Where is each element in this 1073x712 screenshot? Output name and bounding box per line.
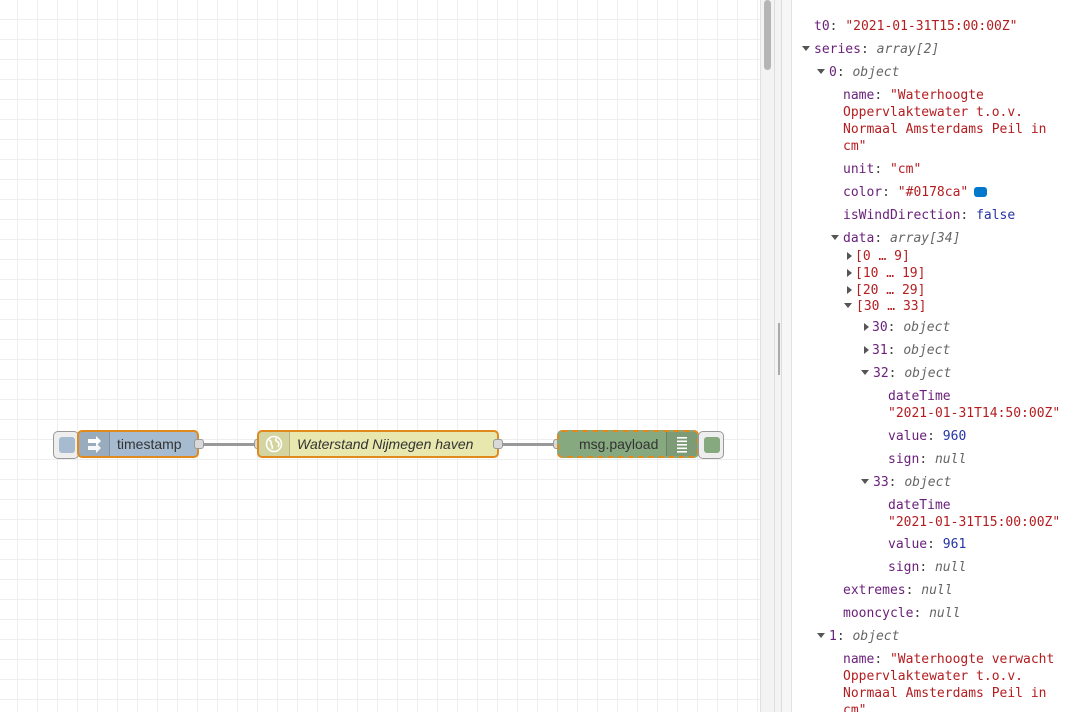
wire-inject-to-function[interactable]	[203, 443, 259, 446]
s0-name: name: "Waterhoogte	[843, 88, 984, 103]
wire-function-to-debug[interactable]	[502, 443, 559, 446]
data-item-30[interactable]: 30: object	[864, 319, 950, 336]
s1-name-line-4: cm"	[843, 703, 867, 712]
function-node-label: Waterstand Nijmegen haven	[297, 436, 474, 452]
inject-node[interactable]: timestamp	[77, 430, 199, 458]
collapsed-caret-icon[interactable]	[847, 285, 852, 294]
collapsed-caret-icon[interactable]	[864, 345, 869, 354]
globe-icon	[259, 432, 290, 456]
list-icon	[666, 432, 697, 456]
workspace-scrollbar-thumb[interactable]	[764, 0, 771, 70]
inject-output-port[interactable]	[194, 439, 204, 449]
inject-trigger-button[interactable]	[53, 431, 79, 459]
item32-value: value: 960	[888, 429, 967, 444]
series-item-1[interactable]: 1: object	[817, 628, 899, 645]
expanded-caret-icon[interactable]	[844, 303, 852, 308]
s0-name-line-2: Oppervlaktewater t.o.v.	[843, 105, 1024, 120]
item33-sign: sign: null	[888, 560, 967, 575]
prop-t0: t0: "2021-01-31T15:00:00Z"	[814, 19, 1018, 34]
debug-node[interactable]: msg.payload	[557, 430, 699, 458]
item33-datetime-value: "2021-01-31T15:00:00Z"	[888, 515, 1061, 530]
item33-datetime-key: dateTime	[888, 498, 951, 513]
color-swatch	[974, 186, 988, 197]
collapsed-caret-icon[interactable]	[864, 322, 869, 331]
expanded-caret-icon[interactable]	[861, 479, 869, 484]
flow-workspace[interactable]: timestamp Waterstand Nijmegen haven msg.…	[0, 0, 760, 712]
expanded-caret-icon[interactable]	[831, 235, 839, 240]
s1-name-line-3: Normaal Amsterdams Peil in	[843, 686, 1047, 701]
s1-name-line-2: Oppervlaktewater t.o.v.	[843, 669, 1024, 684]
s0-unit: unit: "cm"	[843, 162, 922, 177]
collapsed-caret-icon[interactable]	[847, 268, 852, 277]
s0-name-line-4: cm"	[843, 139, 867, 154]
divider-grip[interactable]	[778, 323, 780, 375]
s0-name-line-3: Normaal Amsterdams Peil in	[843, 122, 1047, 137]
item32-sign: sign: null	[888, 452, 967, 467]
expanded-caret-icon[interactable]	[861, 370, 869, 375]
debug-message-panel[interactable]: t0: "2021-01-31T15:00:00Z" series: array…	[792, 0, 1073, 712]
expanded-caret-icon[interactable]	[817, 69, 825, 74]
expanded-caret-icon[interactable]	[802, 46, 810, 51]
function-node[interactable]: Waterstand Nijmegen haven	[257, 430, 499, 458]
data-item-33[interactable]: 33: object	[861, 474, 951, 491]
debug-panel-gutter	[782, 0, 792, 712]
data-item-31[interactable]: 31: object	[864, 342, 950, 359]
item32-datetime-value: "2021-01-31T14:50:00Z"	[888, 406, 1061, 421]
s0-mooncycle: mooncycle: null	[843, 606, 961, 621]
s0-extremes: extremes: null	[843, 583, 953, 598]
debug-toggle-swatch	[704, 437, 720, 453]
data-range-10-19[interactable]: [10 … 19]	[847, 265, 925, 282]
prop-series[interactable]: series: array[2]	[802, 41, 939, 58]
item32-datetime-key: dateTime	[888, 389, 951, 404]
workspace-scrollbar[interactable]	[760, 0, 775, 712]
data-range-20-29[interactable]: [20 … 29]	[847, 282, 925, 299]
panel-resize-divider[interactable]	[774, 0, 782, 712]
s0-color: color: "#0178ca"	[843, 184, 988, 201]
s1-name: name: "Waterhoogte verwacht	[843, 652, 1055, 667]
collapsed-caret-icon[interactable]	[847, 251, 852, 260]
s0-iswinddirection: isWindDirection: false	[843, 208, 1016, 223]
inject-node-label: timestamp	[117, 436, 182, 452]
expanded-caret-icon[interactable]	[817, 633, 825, 638]
function-output-port[interactable]	[493, 439, 503, 449]
inject-trigger-swatch	[59, 437, 75, 453]
series-item-0[interactable]: 0: object	[817, 64, 899, 81]
s0-data[interactable]: data: array[34]	[831, 230, 960, 247]
inject-arrow-icon	[79, 432, 110, 456]
data-item-32[interactable]: 32: object	[861, 365, 951, 382]
debug-node-label: msg.payload	[579, 436, 659, 452]
data-range-0-9[interactable]: [0 … 9]	[847, 248, 910, 265]
data-range-30-33[interactable]: [30 … 33]	[844, 298, 926, 315]
debug-toggle-button[interactable]	[698, 431, 724, 459]
item33-value: value: 961	[888, 537, 967, 552]
